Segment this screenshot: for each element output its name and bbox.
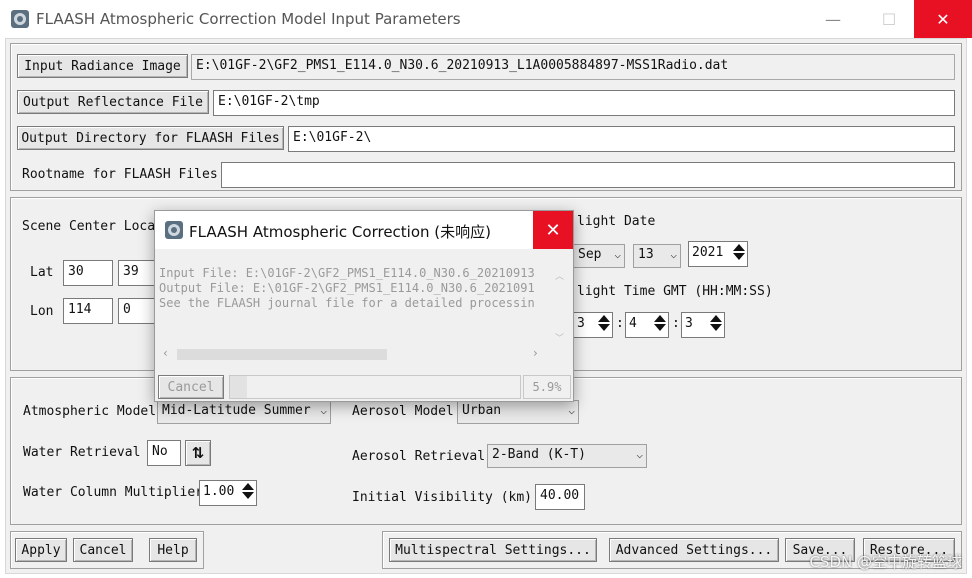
flaash-progress-dialog: FLAASH Atmospheric Correction (未响应) ✕ In… bbox=[154, 210, 574, 402]
chevron-down-icon: ⌵ bbox=[320, 404, 327, 417]
dialog-close-button[interactable]: ✕ bbox=[533, 211, 573, 249]
water-retrieval-field: No bbox=[147, 440, 181, 466]
output-directory-field[interactable]: E:\01GF-2\ bbox=[288, 126, 955, 152]
lon-label: Lon bbox=[30, 304, 54, 319]
lat-label: Lat bbox=[30, 265, 54, 280]
chevron-down-icon: ⌵ bbox=[636, 448, 643, 461]
apply-button[interactable]: Apply bbox=[15, 538, 67, 562]
minute-spinner[interactable]: 4 bbox=[625, 312, 669, 338]
chevron-down-icon: ⌵ bbox=[670, 248, 677, 261]
dialog-title: FLAASH Atmospheric Correction (未响应) bbox=[189, 223, 491, 241]
file-panel: Input Radiance Image E:\01GF-2\GF2_PMS1_… bbox=[10, 43, 962, 191]
watermark-text: CSDN @空中旋转篮球 bbox=[809, 553, 962, 571]
horizontal-scrollbar[interactable]: ‹ › bbox=[157, 345, 549, 363]
scroll-right-icon[interactable]: › bbox=[533, 346, 538, 360]
multispectral-settings-button[interactable]: Multispectral Settings... bbox=[389, 538, 597, 562]
toggle-arrows-icon[interactable]: ⇅ bbox=[185, 440, 211, 466]
spin-arrows-icon[interactable] bbox=[242, 483, 254, 503]
second-spinner[interactable]: 3 bbox=[681, 312, 725, 338]
help-button[interactable]: Help bbox=[149, 538, 197, 562]
envi-app-icon bbox=[165, 221, 183, 239]
progress-percent: 5.9% bbox=[523, 375, 571, 399]
spin-arrows-icon[interactable] bbox=[710, 315, 722, 335]
spin-arrows-icon[interactable] bbox=[598, 315, 610, 335]
water-column-multiplier-spinner[interactable]: 1.00 bbox=[199, 480, 257, 506]
dialog-log-text: Input File: E:\01GF-2\GF2_PMS1_E114.0_N3… bbox=[157, 261, 549, 351]
lat-minutes-field[interactable]: 39 bbox=[118, 260, 158, 286]
aerosol-model-select[interactable]: Urban ⌵ bbox=[457, 400, 579, 424]
lon-degrees-field[interactable]: 114 bbox=[63, 298, 113, 324]
cancel-button[interactable]: Cancel bbox=[73, 538, 133, 562]
vertical-scrollbar[interactable]: ︿ ﹀ bbox=[549, 261, 571, 351]
input-radiance-path-field: E:\01GF-2\GF2_PMS1_E114.0_N30.6_20210913… bbox=[191, 54, 955, 80]
chevron-down-icon: ⌵ bbox=[614, 248, 621, 261]
time-separator: : bbox=[616, 316, 624, 331]
time-separator: : bbox=[672, 316, 680, 331]
spin-arrows-icon[interactable] bbox=[654, 315, 666, 335]
title-bar: FLAASH Atmospheric Correction Model Inpu… bbox=[0, 0, 972, 38]
lon-minutes-field[interactable]: 0 bbox=[118, 298, 158, 324]
progress-fill bbox=[230, 376, 248, 398]
advanced-settings-button[interactable]: Advanced Settings... bbox=[609, 538, 779, 562]
water-column-multiplier-label: Water Column Multiplier bbox=[23, 485, 204, 500]
output-directory-button[interactable]: Output Directory for FLAASH Files bbox=[17, 126, 284, 150]
initial-visibility-label: Initial Visibility (km) bbox=[352, 490, 533, 505]
initial-visibility-field[interactable]: 40.00 bbox=[535, 484, 585, 510]
day-select[interactable]: 13 ⌵ bbox=[633, 244, 681, 268]
window-title: FLAASH Atmospheric Correction Model Inpu… bbox=[36, 10, 461, 28]
minimize-button[interactable]: — bbox=[810, 0, 856, 38]
log-line: Output File: E:\01GF-2\GF2_PMS1_E114.0_N… bbox=[159, 281, 535, 295]
dialog-cancel-button[interactable]: Cancel bbox=[158, 375, 224, 399]
scene-center-label: Scene Center Locat bbox=[22, 219, 163, 234]
atmospheric-model-select[interactable]: Mid-Latitude Summer ⌵ bbox=[157, 400, 331, 424]
input-radiance-image-button[interactable]: Input Radiance Image bbox=[17, 54, 188, 78]
atmospheric-model-label: Atmospheric Model bbox=[23, 404, 157, 419]
dialog-title-bar: FLAASH Atmospheric Correction (未响应) ✕ bbox=[155, 211, 573, 249]
scroll-down-icon[interactable]: ﹀ bbox=[555, 331, 564, 344]
rootname-field[interactable] bbox=[221, 162, 955, 188]
footer-left-group: Apply Cancel Help bbox=[10, 531, 204, 569]
scroll-up-icon[interactable]: ︿ bbox=[555, 269, 564, 282]
chevron-down-icon: ⌵ bbox=[568, 404, 575, 417]
scroll-left-icon[interactable]: ‹ bbox=[163, 346, 168, 360]
progress-bar bbox=[229, 375, 521, 399]
rootname-label: Rootname for FLAASH Files bbox=[22, 167, 218, 182]
flight-time-label: light Time GMT (HH:MM:SS) bbox=[577, 284, 773, 299]
output-reflectance-path-field[interactable]: E:\01GF-2\tmp bbox=[213, 90, 955, 116]
log-line: Input File: E:\01GF-2\GF2_PMS1_E114.0_N3… bbox=[159, 266, 535, 280]
close-button[interactable]: ✕ bbox=[914, 0, 972, 38]
output-reflectance-file-button[interactable]: Output Reflectance File bbox=[17, 90, 209, 114]
envi-app-icon bbox=[11, 10, 29, 28]
aerosol-model-label: Aerosol Model bbox=[352, 404, 454, 419]
hour-spinner[interactable]: 3 bbox=[573, 312, 613, 338]
spin-arrows-icon[interactable] bbox=[733, 244, 745, 264]
year-spinner[interactable]: 2021 bbox=[688, 241, 748, 267]
maximize-button[interactable]: ☐ bbox=[866, 0, 912, 38]
flight-date-label: light Date bbox=[577, 214, 656, 229]
horizontal-scroll-thumb[interactable] bbox=[177, 349, 387, 360]
log-line: See the FLAASH journal file for a detail… bbox=[159, 296, 535, 310]
aerosol-retrieval-label: Aerosol Retrieval bbox=[352, 449, 486, 464]
aerosol-retrieval-select[interactable]: 2-Band (K-T) ⌵ bbox=[487, 444, 647, 468]
month-select[interactable]: Sep ⌵ bbox=[573, 244, 625, 268]
lat-degrees-field[interactable]: 30 bbox=[63, 260, 113, 286]
water-retrieval-label: Water Retrieval bbox=[23, 445, 141, 460]
